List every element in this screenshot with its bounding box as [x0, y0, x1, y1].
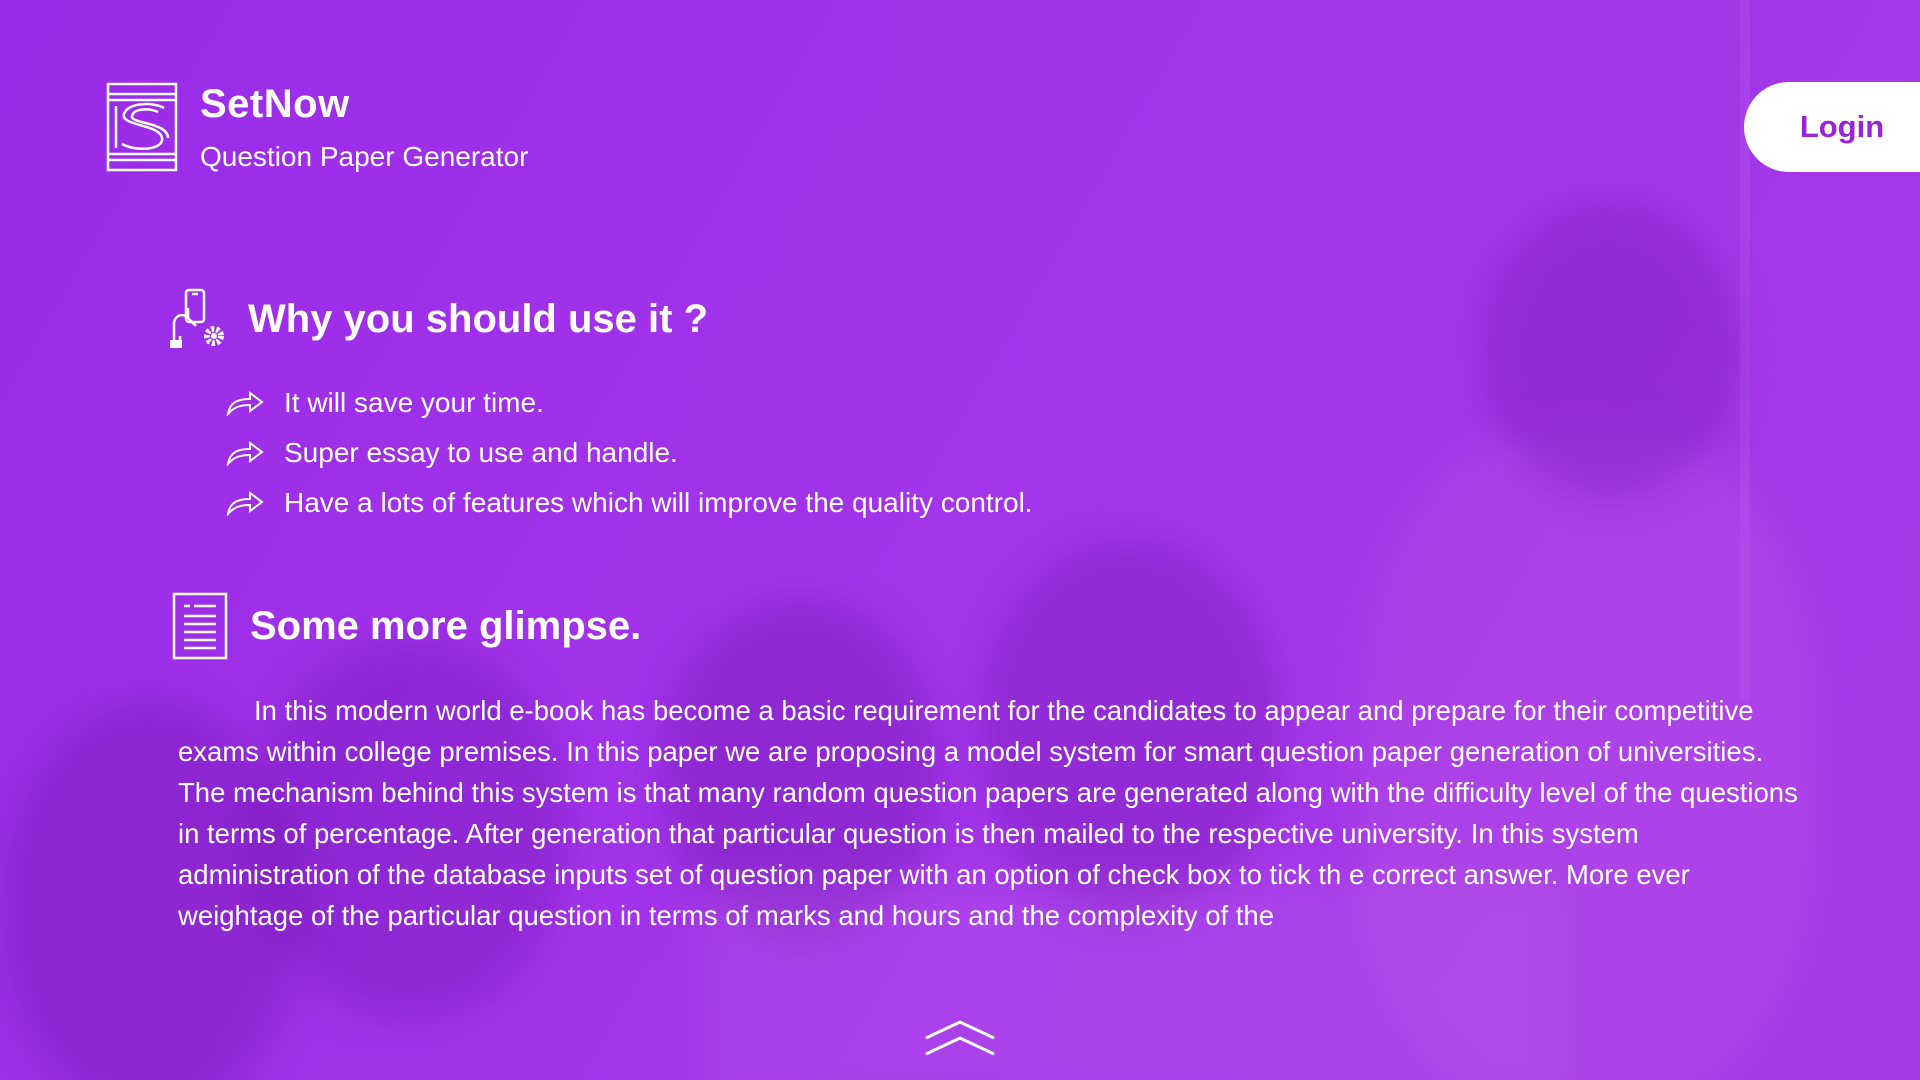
brand[interactable]: SetNow Question Paper Generator: [106, 82, 528, 174]
why-section-header: Why you should use it ?: [168, 288, 708, 350]
hand-phone-gear-icon: [170, 288, 224, 348]
login-button[interactable]: Login: [1744, 82, 1920, 172]
why-section-title: Why you should use it ?: [248, 296, 708, 341]
brand-name: SetNow: [200, 82, 350, 126]
features-list: It will save your time. Super essay to u…: [226, 378, 1033, 528]
glimpse-section-header: Some more glimpse.: [172, 592, 641, 660]
landing-page: SetNow Question Paper Generator Login Wh…: [0, 0, 1920, 1080]
list-item: Have a lots of features which will impro…: [226, 478, 1033, 528]
feature-text: Have a lots of features which will impro…: [284, 487, 1033, 518]
setnow-s-logo-icon: [106, 82, 178, 172]
brand-tagline: Question Paper Generator: [200, 141, 529, 172]
share-arrow-icon: [226, 491, 264, 516]
share-arrow-icon: [226, 441, 264, 466]
glimpse-section-title: Some more glimpse.: [250, 603, 642, 648]
glimpse-paragraph: In this modern world e-book has become a…: [178, 695, 1798, 931]
double-chevron-up-icon[interactable]: [924, 1016, 996, 1060]
share-arrow-icon: [226, 391, 264, 416]
feature-text: It will save your time.: [284, 387, 544, 418]
document-lines-icon: [172, 592, 228, 660]
feature-text: Super essay to use and handle.: [284, 437, 678, 468]
list-item: It will save your time.: [226, 378, 1033, 428]
list-item: Super essay to use and handle.: [226, 428, 1033, 478]
